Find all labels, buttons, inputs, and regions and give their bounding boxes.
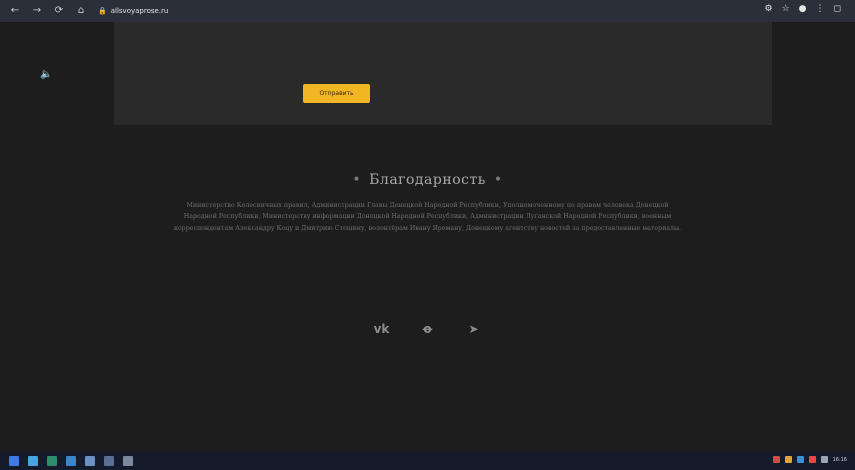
search-icon[interactable] [28, 456, 38, 466]
bullet-icon: • [493, 172, 503, 188]
extension-icon[interactable]: ⚙ [765, 4, 773, 14]
app-icon[interactable] [104, 456, 114, 466]
back-icon[interactable]: ← [8, 4, 22, 18]
page-content: 🔈 Отправить • Благодарность • Министерство… [0, 22, 855, 452]
telegram-icon[interactable]: ➤ [465, 322, 483, 336]
social-links: vk ꝋ ➤ [0, 322, 855, 336]
taskview-icon[interactable] [47, 456, 57, 466]
browser-toolbar: ← → ⟳ ⌂ 🔒 allsvoyaprose.ru ⚙ ☆ ● ⋮ ◻ [0, 0, 855, 22]
thanks-heading: • Благодарность • [0, 172, 855, 188]
clock[interactable]: 16:16 [833, 457, 847, 463]
tray-icon[interactable] [784, 456, 792, 463]
forward-icon[interactable]: → [30, 4, 44, 18]
tray-icon[interactable] [808, 456, 816, 463]
vk-icon[interactable]: vk [373, 322, 391, 336]
app-icon[interactable] [123, 456, 133, 466]
ok-icon[interactable]: ꝋ [419, 322, 437, 336]
thanks-title-text: Благодарность [369, 172, 486, 188]
address-bar[interactable]: 🔒 allsvoyaprose.ru [98, 7, 168, 15]
windows-taskbar: 16:16 [0, 452, 855, 470]
feedback-form: Отправить [114, 22, 772, 125]
reload-icon[interactable]: ⟳ [52, 4, 66, 18]
browser-actions: ⚙ ☆ ● ⋮ ◻ [765, 4, 842, 14]
home-icon[interactable]: ⌂ [74, 4, 88, 18]
start-icon[interactable] [9, 456, 19, 466]
browser-taskbar-icon[interactable] [85, 456, 95, 466]
menu-icon[interactable]: ⋮ [816, 4, 825, 14]
star-icon[interactable]: ☆ [782, 4, 790, 14]
window-icon[interactable]: ◻ [834, 4, 841, 14]
bullet-icon: • [352, 172, 362, 188]
tray-icon[interactable] [796, 456, 804, 463]
submit-button[interactable]: Отправить [303, 84, 370, 103]
system-tray: 16:16 [772, 456, 847, 463]
lock-icon: 🔒 [98, 7, 107, 15]
explorer-icon[interactable] [66, 456, 76, 466]
tray-icon[interactable] [772, 456, 780, 463]
url-text: allsvoyaprose.ru [110, 7, 169, 15]
thanks-paragraph: Министерство Колесничных правил, Админис… [173, 202, 682, 232]
sound-icon[interactable]: 🔈 [40, 69, 52, 80]
network-icon[interactable] [820, 456, 828, 463]
profile-icon[interactable]: ● [799, 4, 807, 14]
